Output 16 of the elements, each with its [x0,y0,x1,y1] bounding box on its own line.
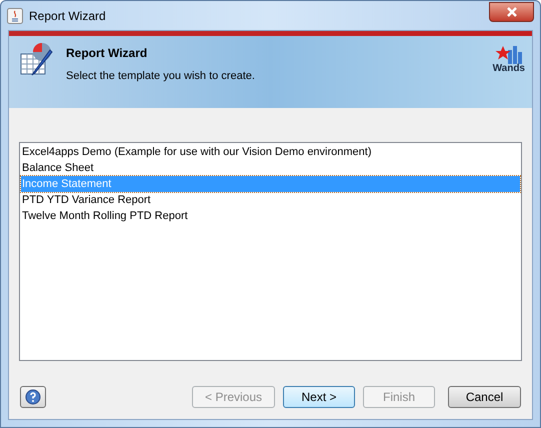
star-bars-icon [494,44,524,64]
wizard-button[interactable]: Cancel [448,386,521,408]
wizard-button[interactable]: Next > [283,386,355,408]
header-subtitle: Select the template you wish to create. [66,69,255,84]
close-button[interactable] [489,2,534,22]
window-title: Report Wizard [29,8,106,24]
header-title: Report Wizard [66,45,148,62]
chart-pencil-icon [20,42,54,76]
help-button[interactable] [20,386,46,408]
template-item[interactable]: Twelve Month Rolling PTD Report [21,208,520,224]
template-item[interactable]: Excel4apps Demo (Example for use with our Vision Demo environment) [21,144,520,160]
template-item[interactable]: PTD YTD Variance Report [21,192,520,208]
template-item[interactable]: Balance Sheet [21,160,520,176]
close-icon [506,6,518,16]
app-icon [7,8,23,24]
logo-text: Wands [492,64,525,74]
